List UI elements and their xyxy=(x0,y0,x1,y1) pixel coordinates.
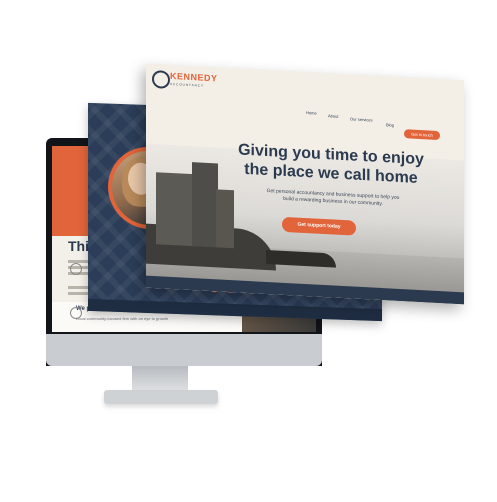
get-in-touch-button[interactable]: Get in touch xyxy=(404,129,440,141)
nav-link-home[interactable]: Home xyxy=(306,110,317,116)
logo-icon xyxy=(70,307,82,319)
homepage-card: KENNEDY ACCOUNTANCY Home About Our servi… xyxy=(146,63,464,305)
imac-stand-base xyxy=(104,390,218,404)
nav-link-about[interactable]: About xyxy=(328,113,338,119)
logo-icon xyxy=(70,263,82,275)
hero-castle xyxy=(156,172,196,247)
nav-link-services[interactable]: Our services xyxy=(350,116,372,122)
hero-castle xyxy=(216,189,234,249)
imac-chin xyxy=(46,334,322,366)
imac-footer-subtitle: Local community-focused firm with an eye… xyxy=(76,316,169,321)
logo-icon[interactable] xyxy=(152,69,170,89)
nav-link-blog[interactable]: Blog xyxy=(386,122,394,127)
